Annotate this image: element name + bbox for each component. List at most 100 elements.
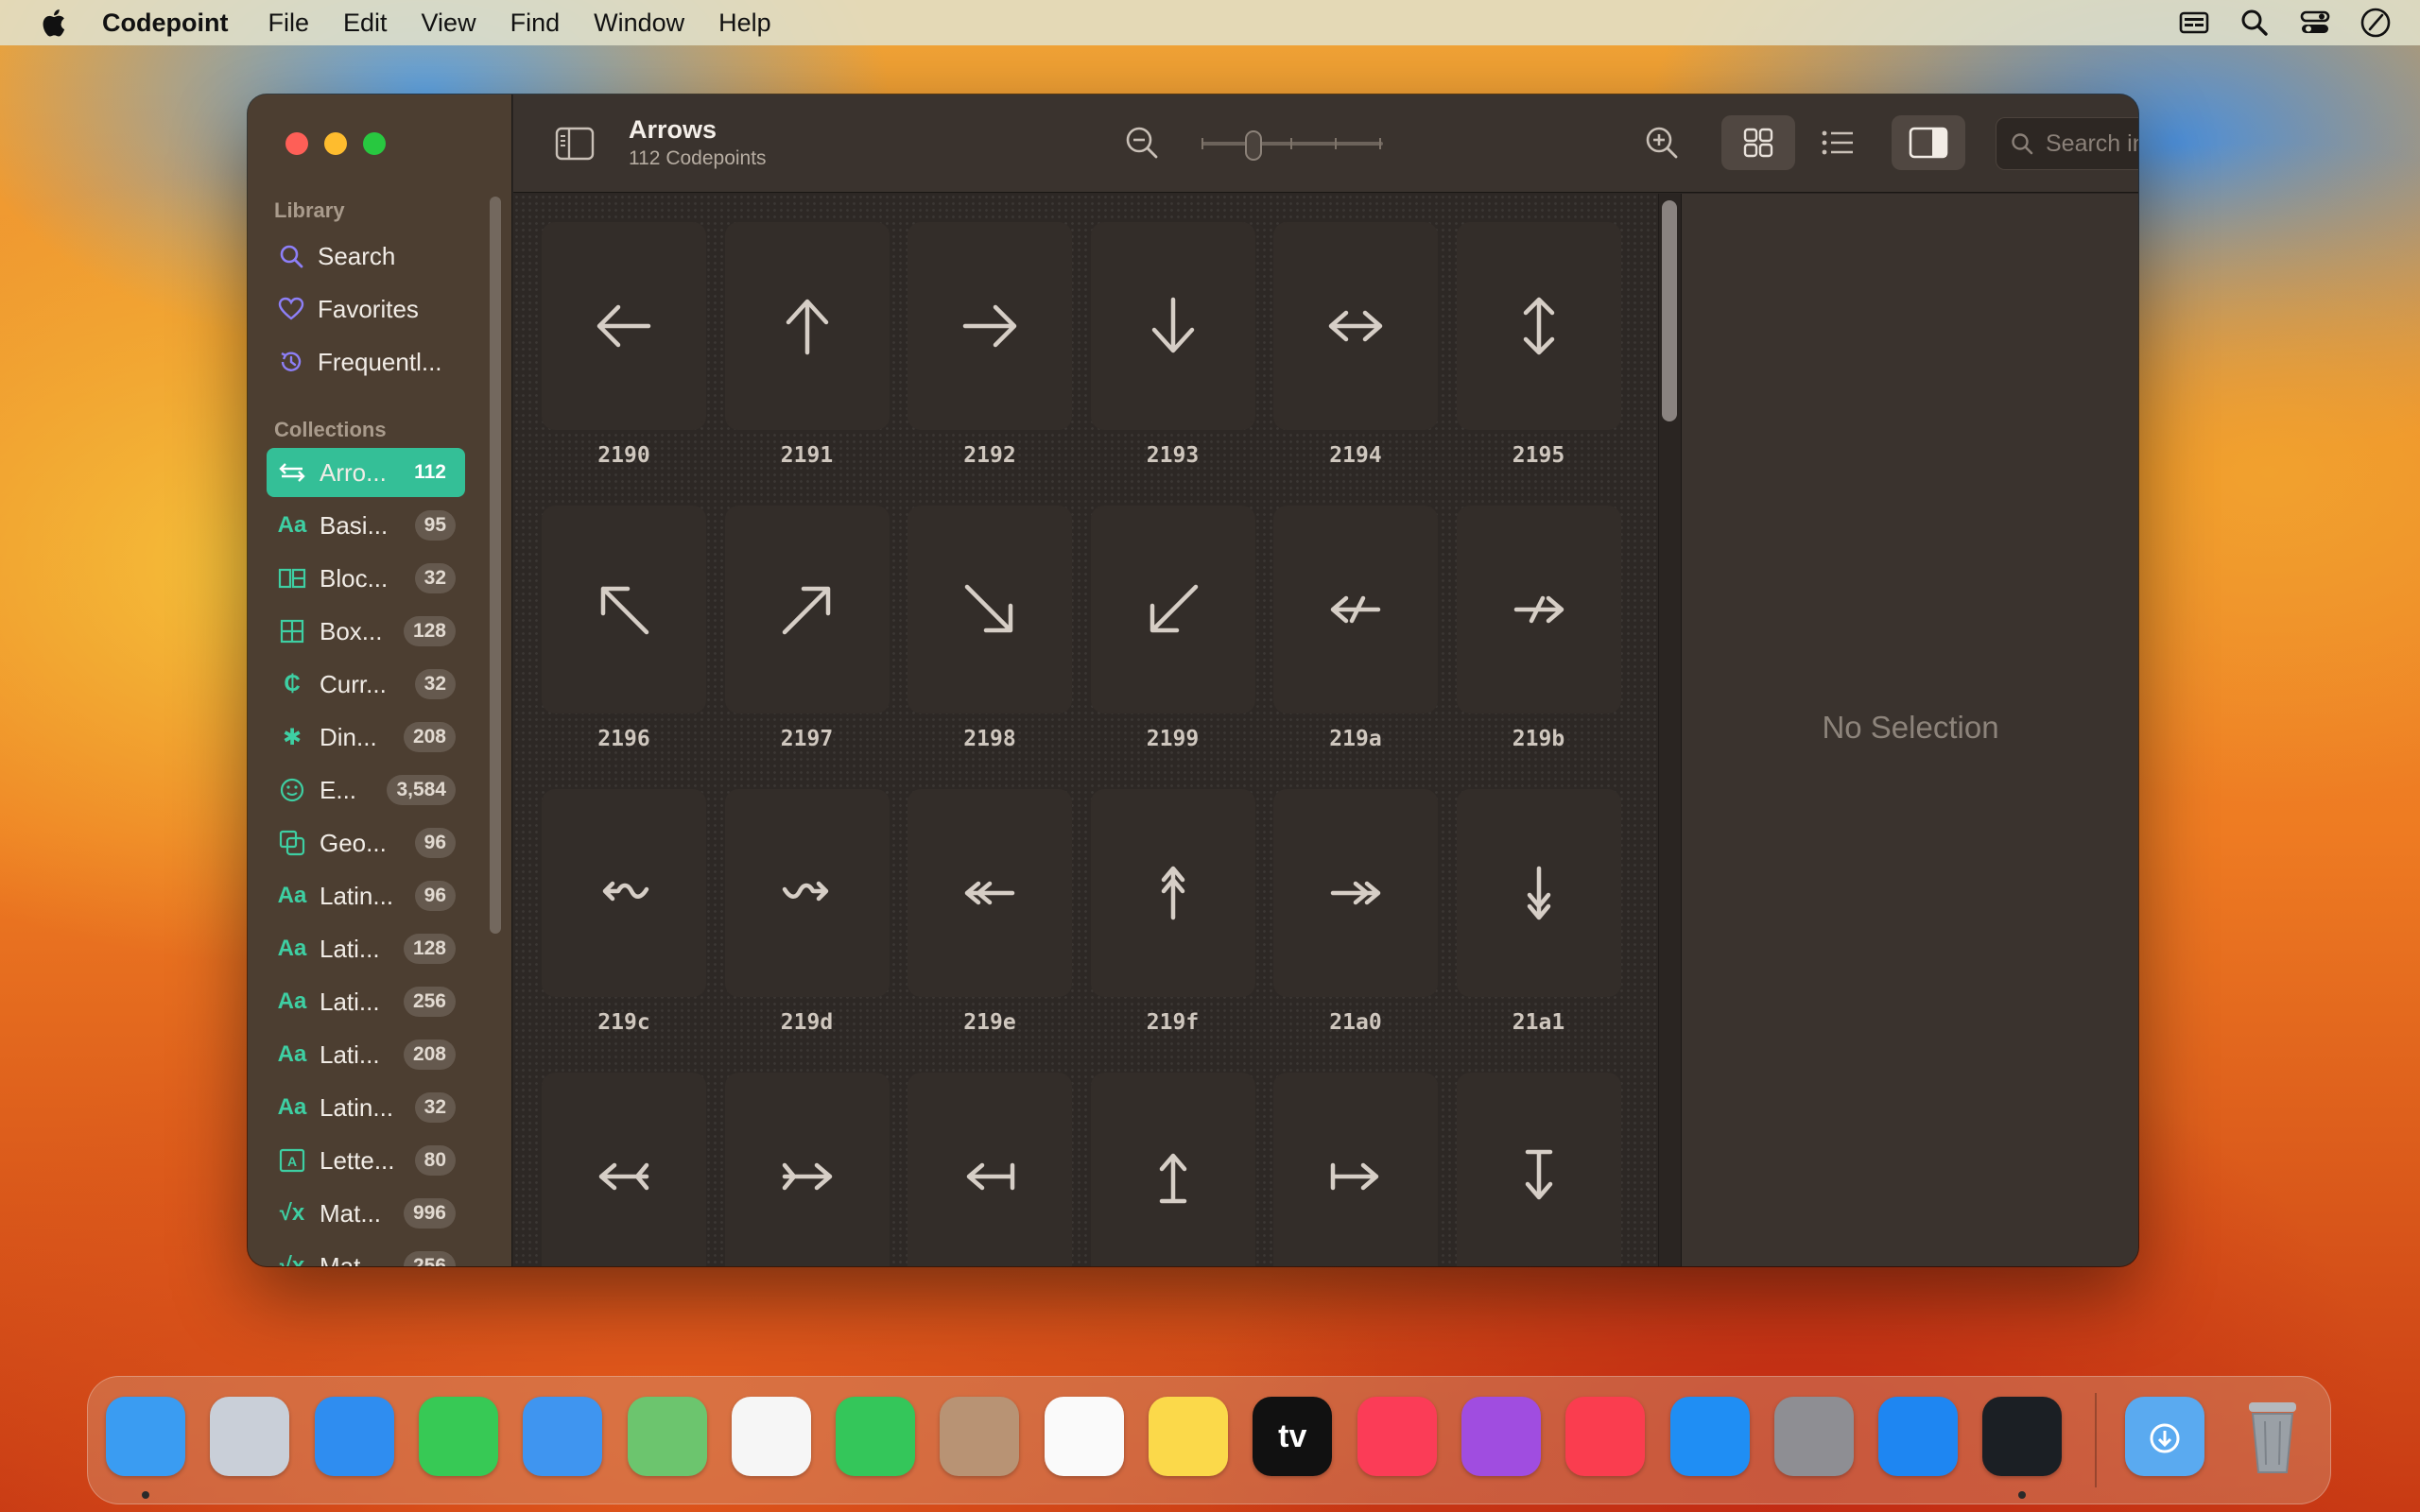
glyph-cell[interactable]: 2197 (724, 506, 890, 751)
sidebar-item-math-2[interactable]: √x Mat... 256 (267, 1242, 465, 1266)
system-settings-icon[interactable] (1773, 1397, 1854, 1476)
glyph-tile[interactable] (542, 1073, 706, 1266)
search-input[interactable] (2046, 129, 2138, 158)
sidebar-item-dingbats[interactable]: ✱ Din... 208 (267, 713, 465, 762)
search-field[interactable] (1996, 117, 2138, 170)
finder-icon[interactable] (106, 1397, 185, 1476)
glyph-cell[interactable]: 21a1 (1456, 789, 1621, 1035)
glyph-tile[interactable] (542, 789, 706, 997)
sidebar-item-latin-2[interactable]: Aa Lati... 128 (267, 924, 465, 973)
glyph-tile[interactable] (1273, 506, 1438, 713)
glyph-cell[interactable]: 2194 (1273, 222, 1438, 468)
sidebar-toggle-icon[interactable] (555, 127, 595, 161)
glyph-tile[interactable] (724, 1073, 890, 1266)
glyph-cell[interactable]: 2193 (1090, 222, 1255, 468)
glyph-tile[interactable] (908, 789, 1072, 997)
glyph-cell[interactable]: 2196 (542, 506, 706, 751)
app-menu-codepoint[interactable]: Codepoint (102, 9, 228, 38)
sidebar-item-arrows[interactable]: Arro... 112 (267, 448, 465, 497)
glyph-cell[interactable] (724, 1073, 890, 1266)
sidebar-item-search[interactable]: Search (267, 232, 465, 280)
glyph-tile[interactable] (908, 222, 1072, 430)
sidebar-item-emoji[interactable]: E... 3,584 (267, 765, 465, 815)
app-store-icon[interactable] (1669, 1397, 1750, 1476)
control-center-icon[interactable] (2299, 7, 2331, 39)
menu-file[interactable]: File (268, 9, 309, 38)
glyph-cell[interactable] (1273, 1073, 1438, 1266)
glyph-tile[interactable] (724, 506, 890, 713)
zoom-out-icon[interactable] (1124, 125, 1160, 161)
glyph-tile[interactable] (1456, 506, 1621, 713)
codepoint-app-icon[interactable] (1982, 1397, 2063, 1476)
glyph-cell[interactable]: 219a (1273, 506, 1438, 751)
maps-icon[interactable] (627, 1397, 707, 1476)
sidebar-item-box-drawing[interactable]: Box... 128 (267, 607, 465, 656)
notes-icon[interactable] (1149, 1397, 1228, 1476)
zoom-window-button[interactable] (363, 132, 386, 155)
safari-icon[interactable] (314, 1397, 394, 1476)
sidebar-item-favorites[interactable]: Favorites (267, 285, 465, 333)
facetime-icon[interactable] (836, 1397, 916, 1476)
menu-find[interactable]: Find (510, 9, 561, 38)
clock-icon[interactable] (2360, 7, 2392, 39)
glyph-cell[interactable]: 2190 (542, 222, 706, 468)
glyph-cell[interactable] (908, 1073, 1072, 1266)
glyph-cell[interactable]: 2191 (724, 222, 890, 468)
glyph-cell[interactable] (1090, 1073, 1255, 1266)
sidebar-item-basic-latin[interactable]: Aa Basi... 95 (267, 501, 465, 550)
close-window-button[interactable] (285, 132, 308, 155)
keyboard-input-icon[interactable] (2178, 7, 2210, 39)
glyph-tile[interactable] (1090, 1073, 1255, 1266)
mail-icon[interactable] (523, 1397, 603, 1476)
sidebar-item-block-elements[interactable]: Bloc... 32 (267, 554, 465, 603)
messages-icon[interactable] (418, 1397, 498, 1476)
trash-icon[interactable] (2233, 1397, 2312, 1476)
glyph-cell[interactable]: 219c (542, 789, 706, 1035)
menu-edit[interactable]: Edit (343, 9, 388, 38)
sidebar-scrollbar[interactable] (490, 197, 501, 934)
glyph-tile[interactable] (1090, 506, 1255, 713)
contacts-icon[interactable] (940, 1397, 1020, 1476)
glyph-tile[interactable] (1456, 1073, 1621, 1266)
sidebar-item-currency[interactable]: ₵ Curr... 32 (267, 660, 465, 709)
glyph-tile[interactable] (542, 222, 706, 430)
sidebar-item-geometric-shapes[interactable]: Geo... 96 (267, 818, 465, 868)
news-icon[interactable] (1565, 1397, 1646, 1476)
glyph-cell[interactable] (542, 1073, 706, 1266)
glyph-cell[interactable]: 21a0 (1273, 789, 1438, 1035)
photos-icon[interactable] (731, 1397, 811, 1476)
menu-help[interactable]: Help (718, 9, 771, 38)
glyph-tile[interactable] (542, 506, 706, 713)
zoom-slider[interactable] (1201, 130, 1383, 161)
glyph-cell[interactable]: 2199 (1090, 506, 1255, 751)
glyph-cell[interactable]: 219f (1090, 789, 1255, 1035)
launchpad-icon[interactable] (210, 1397, 290, 1476)
menu-view[interactable]: View (422, 9, 476, 38)
sidebar-item-math-operators[interactable]: √x Mat... 996 (267, 1189, 465, 1238)
minimize-window-button[interactable] (324, 132, 347, 155)
glyph-tile[interactable] (908, 1073, 1072, 1266)
altitude-app-icon[interactable] (1878, 1397, 1959, 1476)
glyph-tile[interactable] (1273, 1073, 1438, 1266)
grid-view-button[interactable] (1721, 115, 1795, 170)
glyph-tile[interactable] (1090, 789, 1255, 997)
menu-window[interactable]: Window (594, 9, 684, 38)
glyph-cell[interactable]: 2198 (908, 506, 1072, 751)
glyph-cell[interactable]: 219e (908, 789, 1072, 1035)
glyph-cell[interactable]: 2192 (908, 222, 1072, 468)
sidebar-item-letterlike[interactable]: A Lette... 80 (267, 1136, 465, 1185)
apple-tv-icon[interactable]: tv (1253, 1397, 1333, 1476)
reminders-icon[interactable] (1044, 1397, 1124, 1476)
glyph-tile[interactable] (1456, 222, 1621, 430)
glyph-tile[interactable] (1090, 222, 1255, 430)
glyph-tile[interactable] (908, 506, 1072, 713)
glyph-cell[interactable]: 219d (724, 789, 890, 1035)
glyph-cell[interactable] (1456, 1073, 1621, 1266)
glyph-tile[interactable] (1273, 789, 1438, 997)
glyph-cell[interactable]: 2195 (1456, 222, 1621, 468)
podcasts-icon[interactable] (1461, 1397, 1541, 1476)
glyph-tile[interactable] (724, 789, 890, 997)
glyph-cell[interactable]: 219b (1456, 506, 1621, 751)
downloads-folder-icon[interactable] (2125, 1397, 2204, 1476)
zoom-slider-knob[interactable] (1245, 130, 1262, 161)
